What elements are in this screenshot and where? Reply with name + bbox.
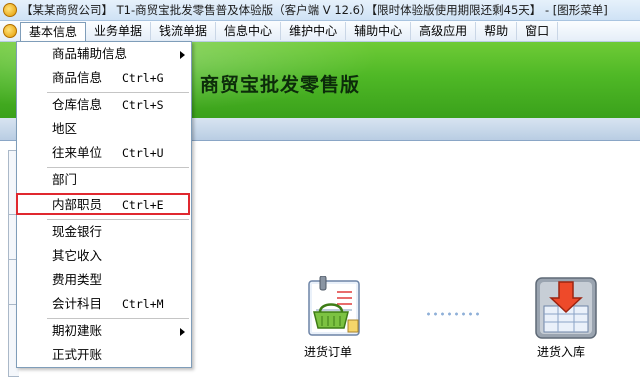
dd-item-shortcut: Ctrl+E [122,198,164,212]
menu-business-docs[interactable]: 业务单据 [86,22,152,40]
menu-maintenance-center[interactable]: 维护中心 [281,22,347,40]
dd-item-shortcut: Ctrl+M [122,297,164,311]
banner-title: 商贸宝批发零售版 [200,74,361,96]
dd-item-label: 其它收入 [52,248,103,263]
menu-window[interactable]: 窗口 [517,22,559,40]
menu-auxiliary-center[interactable]: 辅助中心 [346,22,412,40]
stock-in-label[interactable]: 进货入库 [537,343,585,360]
dd-item-label: 费用类型 [52,272,103,287]
dd-item-shortcut: Ctrl+G [122,71,164,85]
basket-document-icon[interactable] [302,275,366,340]
menu-cashflow-docs[interactable]: 钱流单据 [151,22,217,40]
menu-advanced[interactable]: 高级应用 [411,22,477,40]
dd-item-label: 商品辅助信息 [52,46,128,61]
dd-item-label: 期初建账 [52,323,103,338]
dd-item-warehouse-info[interactable]: 仓库信息 Ctrl+S [17,93,191,117]
menu-basic-info[interactable]: 基本信息 [20,21,87,41]
dd-item-formal-open[interactable]: 正式开账 [17,343,191,367]
title-bar: 【某某商贸公司】 T1-商贸宝批发零售普及体验版（客户端 V 12.6）【限时体… [0,0,640,21]
inbound-arrow-icon[interactable] [534,276,598,340]
dd-item-expense-type[interactable]: 费用类型 [17,268,191,292]
submenu-arrow-icon [180,328,185,336]
menu-help[interactable]: 帮助 [476,22,518,40]
dd-item-label: 内部职员 [52,197,103,212]
dd-item-region[interactable]: 地区 [17,117,191,141]
menu-logo-icon[interactable] [3,24,17,38]
dd-item-internal-staff[interactable]: 内部职员 Ctrl+E [17,193,191,217]
dd-item-shortcut: Ctrl+S [122,98,164,112]
dd-item-label: 正式开账 [52,347,103,362]
dd-item-label: 商品信息 [52,70,103,85]
flow-connector [425,312,481,316]
dd-item-label: 会计科目 [52,296,103,311]
menu-bar: 基本信息 业务单据 钱流单据 信息中心 维护中心 辅助中心 高级应用 帮助 窗口 [0,21,640,42]
window-title: 【某某商贸公司】 T1-商贸宝批发零售普及体验版（客户端 V 12.6）【限时体… [21,3,608,17]
dd-item-cash-bank[interactable]: 现金银行 [17,220,191,244]
basic-info-dropdown: 商品辅助信息 商品信息 Ctrl+G 仓库信息 Ctrl+S 地区 往来单位 C… [16,41,192,368]
menu-info-center[interactable]: 信息中心 [216,22,282,40]
dd-item-label: 现金银行 [52,224,103,239]
dd-item-label: 仓库信息 [52,97,103,112]
dd-item-department[interactable]: 部门 [17,168,191,192]
dd-item-label: 往来单位 [52,145,103,160]
dd-item-partners[interactable]: 往来单位 Ctrl+U [17,141,191,165]
purchase-order-label[interactable]: 进货订单 [304,343,352,360]
submenu-arrow-icon [180,51,185,59]
dd-item-shortcut: Ctrl+U [122,146,164,160]
dd-item-label: 部门 [52,172,78,187]
dd-item-label: 地区 [52,121,78,136]
dd-item-product-aux-info[interactable]: 商品辅助信息 [17,42,191,66]
dd-item-accounting-subjects[interactable]: 会计科目 Ctrl+M [17,292,191,316]
dd-item-opening-setup[interactable]: 期初建账 [17,319,191,343]
dd-item-product-info[interactable]: 商品信息 Ctrl+G [17,66,191,90]
dd-item-other-income[interactable]: 其它收入 [17,244,191,268]
app-logo-icon [3,3,17,17]
